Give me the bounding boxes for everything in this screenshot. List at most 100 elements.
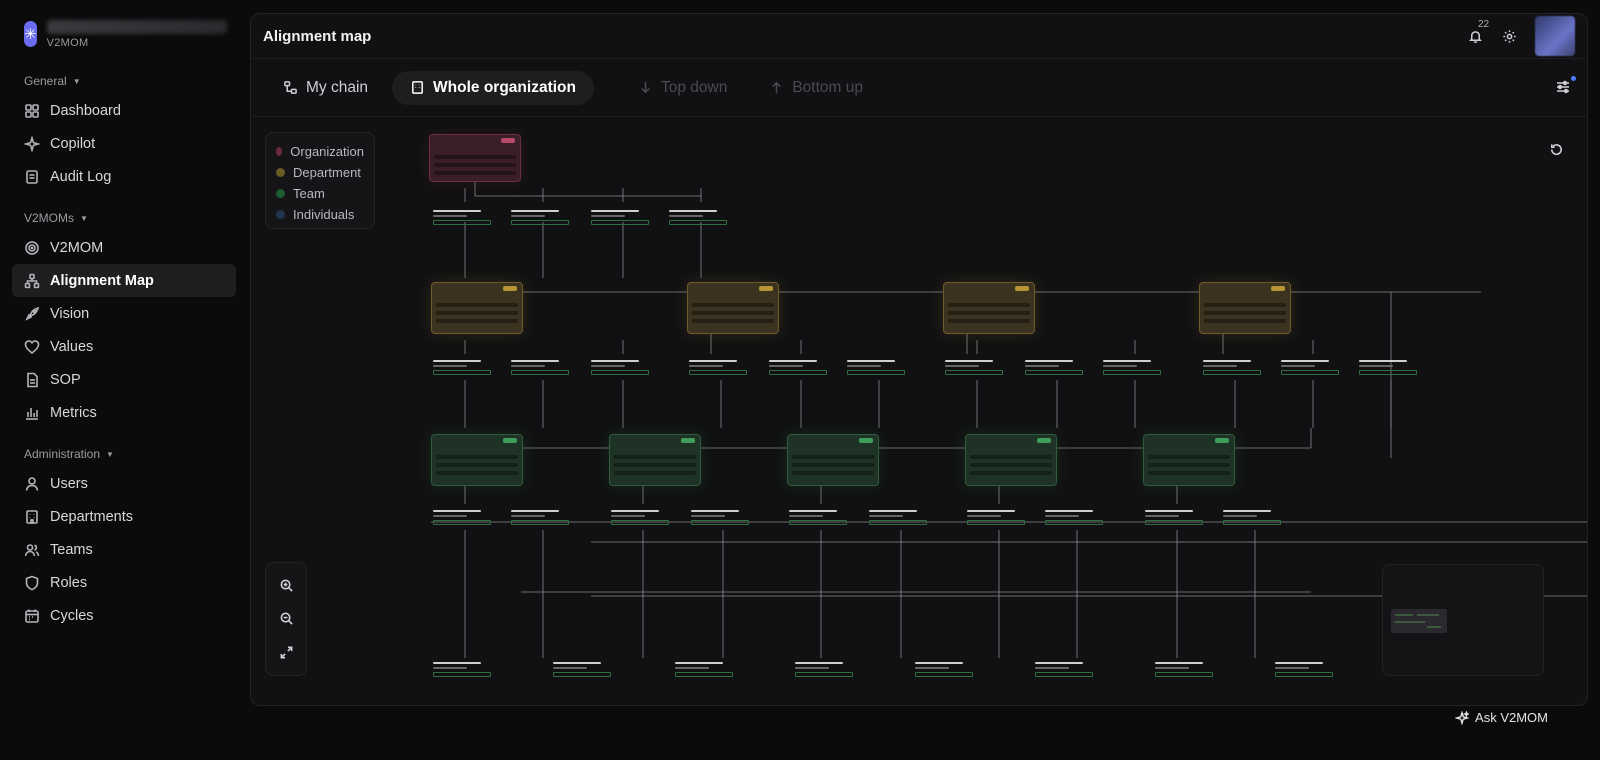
node-badge xyxy=(503,438,517,443)
metric-card[interactable] xyxy=(795,662,857,677)
metric-card[interactable] xyxy=(433,210,495,225)
tab-my-chain[interactable]: My chain xyxy=(265,71,386,105)
settings-button[interactable] xyxy=(1501,28,1517,44)
zoom-out-button[interactable] xyxy=(277,610,295,628)
metric-card[interactable] xyxy=(433,360,495,375)
v2mom-node-team[interactable] xyxy=(965,434,1057,486)
metric-card[interactable] xyxy=(915,662,977,677)
metric-card[interactable] xyxy=(869,510,931,525)
metric-card[interactable] xyxy=(1281,360,1343,375)
v2mom-node-dept[interactable] xyxy=(687,282,779,334)
v2mom-node-team[interactable] xyxy=(431,434,523,486)
metric-card[interactable] xyxy=(591,360,653,375)
tab-top-down[interactable]: Top down xyxy=(620,71,745,105)
zoom-in-button[interactable] xyxy=(277,577,295,595)
sidebar-item-departments[interactable]: Departments xyxy=(12,500,236,533)
sidebar-item-alignment-map[interactable]: Alignment Map xyxy=(12,264,236,297)
metric-card[interactable] xyxy=(1145,510,1207,525)
metric-card[interactable] xyxy=(511,360,573,375)
metric-card[interactable] xyxy=(1155,662,1217,677)
metric-card[interactable] xyxy=(669,210,731,225)
network-icon xyxy=(24,273,40,289)
sidebar-item-users[interactable]: Users xyxy=(12,467,236,500)
v2mom-node-dept[interactable] xyxy=(431,282,523,334)
filter-active-dot xyxy=(1571,75,1576,81)
fit-view-button[interactable] xyxy=(277,643,295,661)
metric-card[interactable] xyxy=(1103,360,1165,375)
v2mom-node-team[interactable] xyxy=(787,434,879,486)
metric-line xyxy=(675,672,733,677)
notifications-button[interactable]: 22 xyxy=(1467,19,1489,44)
metric-card[interactable] xyxy=(591,210,653,225)
metric-card[interactable] xyxy=(789,510,851,525)
tab-bottom-up[interactable]: Bottom up xyxy=(751,71,881,105)
metric-card[interactable] xyxy=(1223,510,1285,525)
sidebar-item-dashboard[interactable]: Dashboard xyxy=(12,94,236,127)
metric-line xyxy=(591,365,625,367)
v2mom-node-team[interactable] xyxy=(609,434,701,486)
metric-line xyxy=(1103,360,1151,362)
reset-view-button[interactable] xyxy=(1549,142,1565,158)
caret-down-icon: ▼ xyxy=(72,76,81,86)
metric-card[interactable] xyxy=(1359,360,1421,375)
metric-line xyxy=(1155,662,1203,664)
bar-chart-icon xyxy=(24,405,40,421)
section-v2moms[interactable]: V2MOMs ▼ xyxy=(24,211,236,225)
metric-card[interactable] xyxy=(1035,662,1097,677)
sidebar-item-cycles[interactable]: Cycles xyxy=(12,599,236,632)
metric-card[interactable] xyxy=(611,510,673,525)
metric-card[interactable] xyxy=(433,662,495,677)
filter-settings-button[interactable] xyxy=(1555,75,1576,97)
sidebar-item-v2mom[interactable]: V2MOM xyxy=(12,231,236,264)
sidebar-item-sop[interactable]: SOP xyxy=(12,363,236,396)
section-general[interactable]: General ▼ xyxy=(24,74,236,88)
metric-card[interactable] xyxy=(511,210,573,225)
metric-line xyxy=(553,667,587,669)
sidebar-item-teams[interactable]: Teams xyxy=(12,533,236,566)
metric-line xyxy=(691,510,739,512)
users-icon xyxy=(24,542,40,558)
metric-line xyxy=(945,360,993,362)
tab-whole-organization[interactable]: Whole organization xyxy=(392,70,594,105)
section-administration[interactable]: Administration ▼ xyxy=(24,447,236,461)
metric-card[interactable] xyxy=(967,510,1029,525)
sidebar-item-metrics[interactable]: Metrics xyxy=(12,396,236,429)
building-icon xyxy=(412,81,423,94)
ask-v2mom-button[interactable]: Ask V2MOM xyxy=(1455,710,1548,725)
metric-card[interactable] xyxy=(689,360,751,375)
minimap-viewport[interactable] xyxy=(1391,609,1447,633)
v2mom-node-dept[interactable] xyxy=(943,282,1035,334)
metric-card[interactable] xyxy=(1203,360,1265,375)
workspace-switcher[interactable]: ✳ V2MOM xyxy=(12,12,236,56)
avatar[interactable] xyxy=(1535,16,1575,56)
chain-icon xyxy=(284,81,297,94)
metric-line xyxy=(433,515,467,517)
metric-card[interactable] xyxy=(945,360,1007,375)
metric-card[interactable] xyxy=(1045,510,1107,525)
v2mom-node-org[interactable] xyxy=(429,134,521,182)
minimap[interactable] xyxy=(1382,564,1544,676)
metric-card[interactable] xyxy=(769,360,831,375)
metric-card[interactable] xyxy=(1275,662,1337,677)
metric-line xyxy=(591,215,625,217)
metric-card[interactable] xyxy=(847,360,909,375)
metric-line xyxy=(1203,370,1261,375)
sidebar-item-roles[interactable]: Roles xyxy=(12,566,236,599)
sidebar-item-vision[interactable]: Vision xyxy=(12,297,236,330)
metric-line xyxy=(1045,510,1093,512)
sidebar-item-copilot[interactable]: Copilot xyxy=(12,127,236,160)
metric-card[interactable] xyxy=(433,510,495,525)
legend-item-individuals: Individuals xyxy=(276,204,364,225)
metric-card[interactable] xyxy=(691,510,753,525)
sidebar-item-audit-log[interactable]: Audit Log xyxy=(12,160,236,193)
alignment-map-canvas[interactable]: Organization Department Team Individuals xyxy=(251,118,1587,705)
v2mom-node-dept[interactable] xyxy=(1199,282,1291,334)
sidebar-item-values[interactable]: Values xyxy=(12,330,236,363)
metric-card[interactable] xyxy=(1025,360,1087,375)
v2mom-node-team[interactable] xyxy=(1143,434,1235,486)
metric-card[interactable] xyxy=(553,662,615,677)
legend-item-organization: Organization xyxy=(276,141,364,162)
metric-card[interactable] xyxy=(675,662,737,677)
node-row xyxy=(1204,311,1286,315)
metric-card[interactable] xyxy=(511,510,573,525)
